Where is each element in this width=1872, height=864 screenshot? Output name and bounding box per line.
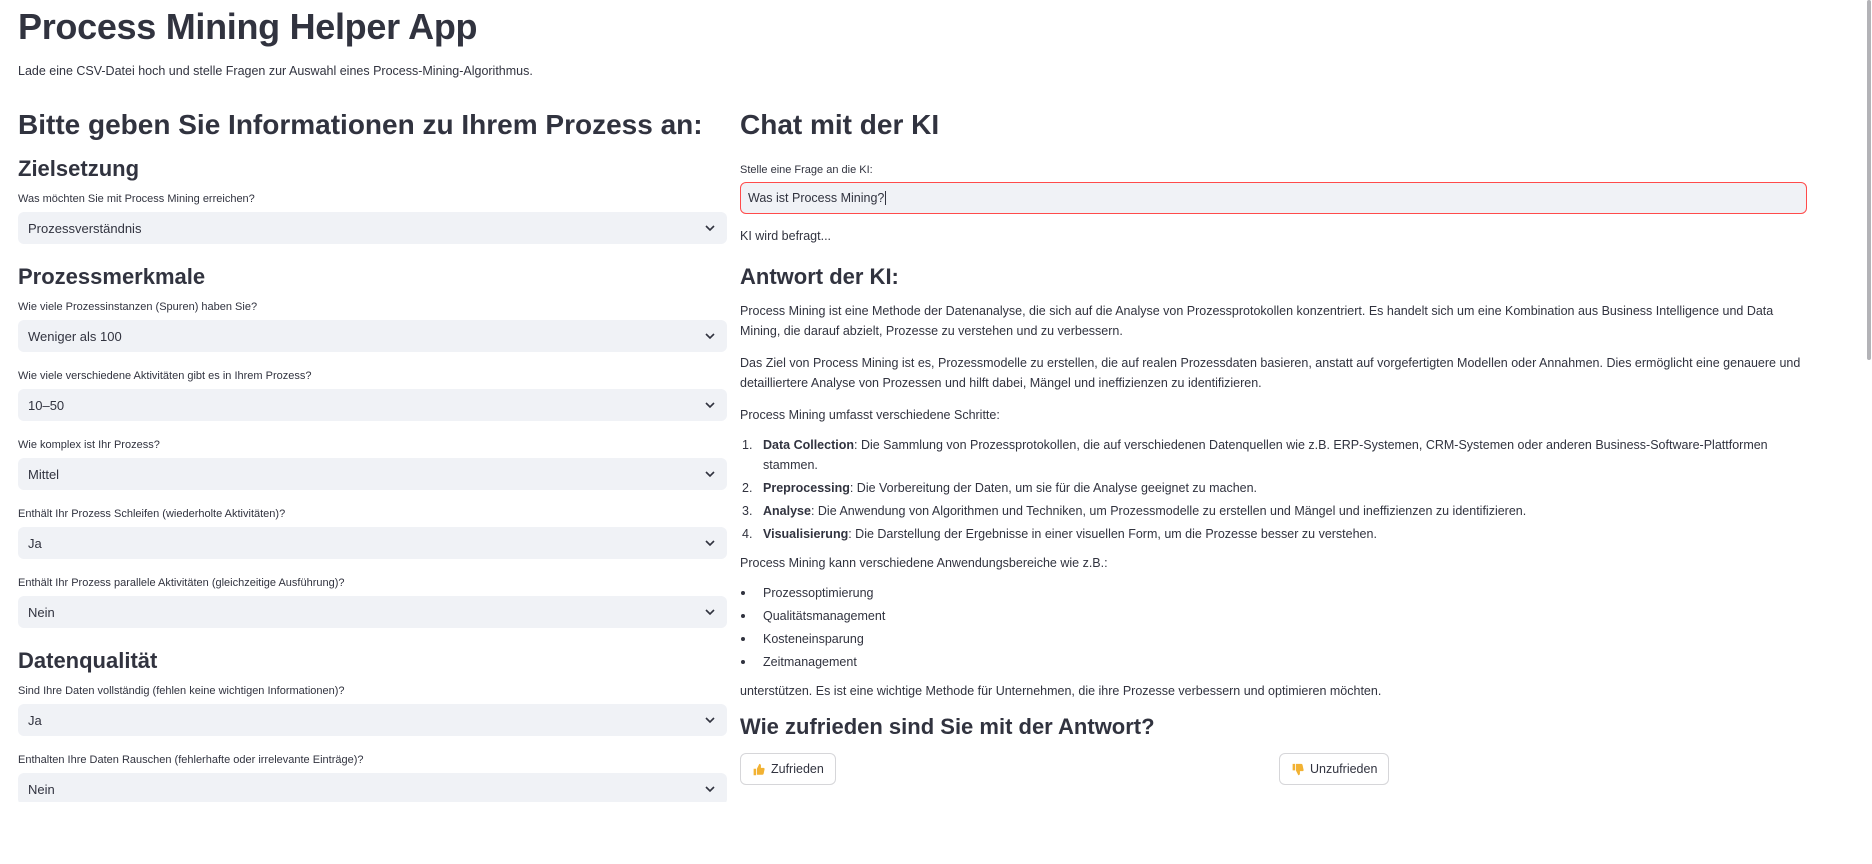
area-label: Prozessoptimierung xyxy=(763,586,874,600)
steps-list: 1. Data Collection: Die Sammlung von Proz… xyxy=(740,435,1807,544)
noise-select-value: Nein xyxy=(28,781,55,797)
area-label: Kosteneinsparung xyxy=(763,632,864,646)
bullet xyxy=(741,614,745,618)
satisfied-button[interactable]: Zufrieden xyxy=(740,753,836,785)
chevron-down-icon xyxy=(703,782,717,796)
complexity-select[interactable]: Mittel xyxy=(18,458,727,490)
noise-select[interactable]: Nein xyxy=(18,773,727,802)
parallel-select[interactable]: Nein xyxy=(18,596,727,628)
unsatisfied-button[interactable]: Unzufrieden xyxy=(1279,753,1390,785)
page-scrollbar[interactable] xyxy=(1867,0,1871,360)
list-item: Prozessoptimierung xyxy=(740,583,1807,603)
field-label-activities: Wie viele verschiedene Aktivitäten gibt … xyxy=(18,370,312,382)
chevron-down-icon xyxy=(703,536,717,550)
chat-heading: Chat mit der KI xyxy=(740,109,940,140)
app-title: Process Mining Helper App xyxy=(18,6,478,47)
list-item: Qualitätsmanagement xyxy=(740,606,1807,626)
list-item: 2. Preprocessing: Die Vorbereitung der Da… xyxy=(740,478,1807,498)
step-number: 2. xyxy=(742,481,753,495)
chat-question-input[interactable]: Was ist Process Mining? xyxy=(740,182,1807,214)
status-text: KI wird befragt... xyxy=(740,229,832,243)
step-number: 3. xyxy=(742,504,753,518)
section-title-datenqualitaet: Datenqualität xyxy=(18,648,158,673)
bullet xyxy=(741,660,745,664)
chevron-down-icon xyxy=(703,713,717,727)
section-title-zielsetzung: Zielsetzung xyxy=(18,156,140,181)
list-item: Zeitmanagement xyxy=(740,652,1807,672)
chevron-down-icon xyxy=(703,605,717,619)
form-heading: Bitte geben Sie Informationen zu Ihrem P… xyxy=(18,109,703,140)
section-title-prozessmerkmale: Prozessmerkmale xyxy=(18,264,206,289)
step-term: Visualisierung xyxy=(763,527,849,541)
chat-input-label: Stelle eine Frage an die KI: xyxy=(740,164,873,176)
loops-select[interactable]: Ja xyxy=(18,527,727,559)
thumbs-down-icon xyxy=(1292,763,1304,775)
step-term: Data Collection xyxy=(763,438,854,452)
goal-select[interactable]: Prozessverständnis xyxy=(18,212,727,244)
parallel-select-value: Nein xyxy=(28,604,55,620)
text-cursor xyxy=(885,191,887,205)
app-subtitle: Lade eine CSV-Datei hoch und stelle Frag… xyxy=(18,64,533,78)
field-label-noise: Enthalten Ihre Daten Rauschen (fehlerhaf… xyxy=(18,754,364,766)
activities-select[interactable]: 10–50 xyxy=(18,389,727,421)
field-label-loops: Enthält Ihr Prozess Schleifen (wiederhol… xyxy=(18,508,286,520)
activities-select-value: 10–50 xyxy=(28,397,65,413)
completeness-select[interactable]: Ja xyxy=(18,704,727,736)
answer-heading: Antwort der KI: xyxy=(740,264,899,289)
field-label-parallel: Enthält Ihr Prozess parallele Aktivitäte… xyxy=(18,577,345,589)
chat-question-value: Was ist Process Mining? xyxy=(748,191,885,205)
feedback-heading: Wie zufrieden sind Sie mit der Antwort? xyxy=(740,714,1155,739)
loops-select-value: Ja xyxy=(28,535,42,551)
chevron-down-icon xyxy=(703,398,717,412)
step-term: Analyse xyxy=(763,504,811,518)
list-item: 1. Data Collection: Die Sammlung von Proz… xyxy=(740,435,1807,475)
answer-paragraph: Process Mining ist eine Methode der Date… xyxy=(740,304,1774,338)
process-form: Bitte geben Sie Informationen zu Ihrem P… xyxy=(18,108,727,802)
step-text: : Die Sammlung von Prozessprotokollen, d… xyxy=(763,438,1768,472)
complexity-select-value: Mittel xyxy=(28,466,60,482)
area-label: Qualitätsmanagement xyxy=(763,609,886,623)
completeness-select-value: Ja xyxy=(28,712,42,728)
bullet xyxy=(741,591,745,595)
chevron-down-icon xyxy=(703,329,717,343)
field-label-goal: Was möchten Sie mit Process Mining errei… xyxy=(18,193,255,205)
satisfied-label: Zufrieden xyxy=(771,762,824,776)
areas-list: Prozessoptimierung Qualitätsmanagement K… xyxy=(740,583,1807,672)
answer-paragraph: Process Mining umfasst verschiedene Schr… xyxy=(740,408,1000,422)
thumbs-up-icon xyxy=(753,763,765,775)
list-item: 4. Visualisierung: Die Darstellung der Er… xyxy=(740,524,1807,544)
instances-select-value: Weniger als 100 xyxy=(28,328,122,344)
answer-closing: unterstützen. Es ist eine wichtige Metho… xyxy=(740,684,1382,698)
chevron-down-icon xyxy=(703,467,717,481)
answer-paragraph: Das Ziel von Process Mining ist es, Proz… xyxy=(740,356,1801,390)
step-term: Preprocessing xyxy=(763,481,850,495)
step-text: : Die Darstellung der Ergebnisse in eine… xyxy=(848,527,1377,541)
step-text: : Die Vorbereitung der Daten, um sie für… xyxy=(849,481,1258,495)
step-number: 1. xyxy=(742,438,753,452)
goal-select-value: Prozessverständnis xyxy=(28,220,142,236)
chat-panel: Chat mit der KI Stelle eine Frage an die… xyxy=(740,108,1807,787)
field-label-instances: Wie viele Prozessinstanzen (Spuren) habe… xyxy=(18,301,258,313)
bullet xyxy=(741,637,745,641)
area-label: Zeitmanagement xyxy=(763,655,857,669)
instances-select[interactable]: Weniger als 100 xyxy=(18,320,727,352)
feedback-buttons: Zufrieden Unzufrieden xyxy=(740,753,1807,787)
step-text: : Die Anwendung von Algorithmen und Tech… xyxy=(810,504,1527,518)
areas-intro: Process Mining kann verschiedene Anwendu… xyxy=(740,556,1108,570)
list-item: Kosteneinsparung xyxy=(740,629,1807,649)
list-item: 3. Analyse: Die Anwendung von Algorithmen… xyxy=(740,501,1807,521)
step-number: 4. xyxy=(742,527,753,541)
field-label-complexity: Wie komplex ist Ihr Prozess? xyxy=(18,439,160,451)
unsatisfied-label: Unzufrieden xyxy=(1310,762,1378,776)
field-label-completeness: Sind Ihre Daten vollständig (fehlen kein… xyxy=(18,685,345,697)
chevron-down-icon xyxy=(703,221,717,235)
